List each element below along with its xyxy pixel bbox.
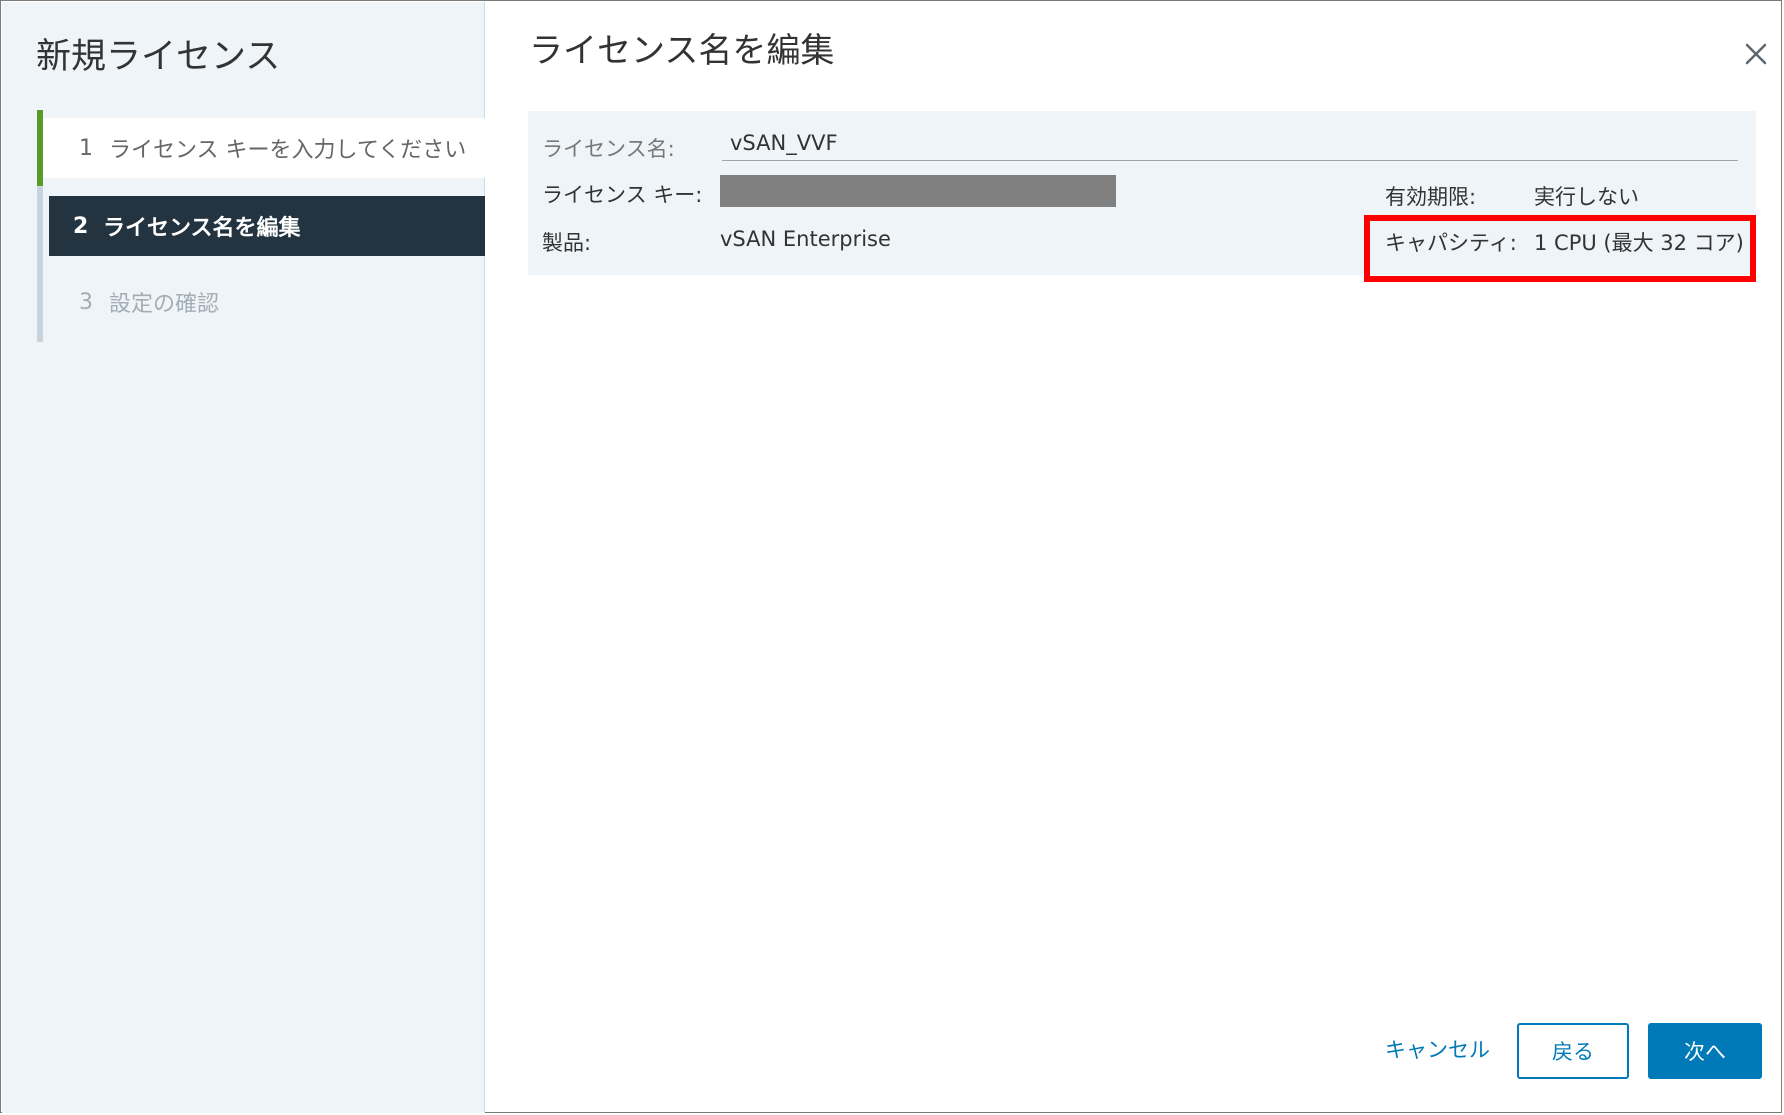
- product-value: vSAN Enterprise: [720, 227, 891, 251]
- wizard-steps: 1 ライセンス キーを入力してください 2 ライセンス名を編集 3 設定の確認: [37, 110, 485, 342]
- expiration-value: 実行しない: [1534, 185, 1639, 209]
- step-label: ライセンス キーを入力してください: [109, 138, 467, 163]
- page-title: ライセンス名を編集: [529, 31, 835, 71]
- wizard-step-edit-name[interactable]: 2 ライセンス名を編集: [49, 196, 485, 256]
- license-key-redacted: [720, 175, 1116, 207]
- license-name-input[interactable]: [722, 125, 1738, 161]
- step-number: 3: [79, 289, 93, 315]
- close-icon: [1745, 43, 1767, 65]
- capacity-label: キャパシティ:: [1385, 231, 1517, 255]
- step-label: ライセンス名を編集: [103, 216, 301, 241]
- product-label: 製品:: [542, 231, 592, 255]
- capacity-value: 1 CPU (最大 32 コア): [1534, 231, 1744, 255]
- expiration-label: 有効期限:: [1385, 185, 1477, 209]
- close-button[interactable]: [1741, 39, 1771, 69]
- license-info-panel: ライセンス名: ライセンス キー: 製品: vSAN Enterprise 有効…: [528, 111, 1756, 275]
- wizard-step-confirm-settings: 3 設定の確認: [43, 272, 485, 332]
- license-name-label: ライセンス名:: [542, 137, 675, 161]
- license-key-label: ライセンス キー:: [542, 183, 703, 207]
- step-number: 1: [79, 135, 93, 161]
- new-license-dialog: 新規ライセンス 1 ライセンス キーを入力してください 2 ライセンス名を編集 …: [0, 0, 1782, 1113]
- next-button[interactable]: 次へ: [1648, 1023, 1762, 1079]
- wizard-step-enter-key[interactable]: 1 ライセンス キーを入力してください: [43, 118, 485, 178]
- wizard-sidebar: 新規ライセンス 1 ライセンス キーを入力してください 2 ライセンス名を編集 …: [2, 2, 485, 1113]
- step-number: 2: [73, 213, 89, 239]
- cancel-button[interactable]: キャンセル: [1385, 1034, 1490, 1064]
- wizard-title: 新規ライセンス: [36, 37, 281, 77]
- step-label: 設定の確認: [109, 292, 220, 317]
- back-button[interactable]: 戻る: [1517, 1023, 1629, 1079]
